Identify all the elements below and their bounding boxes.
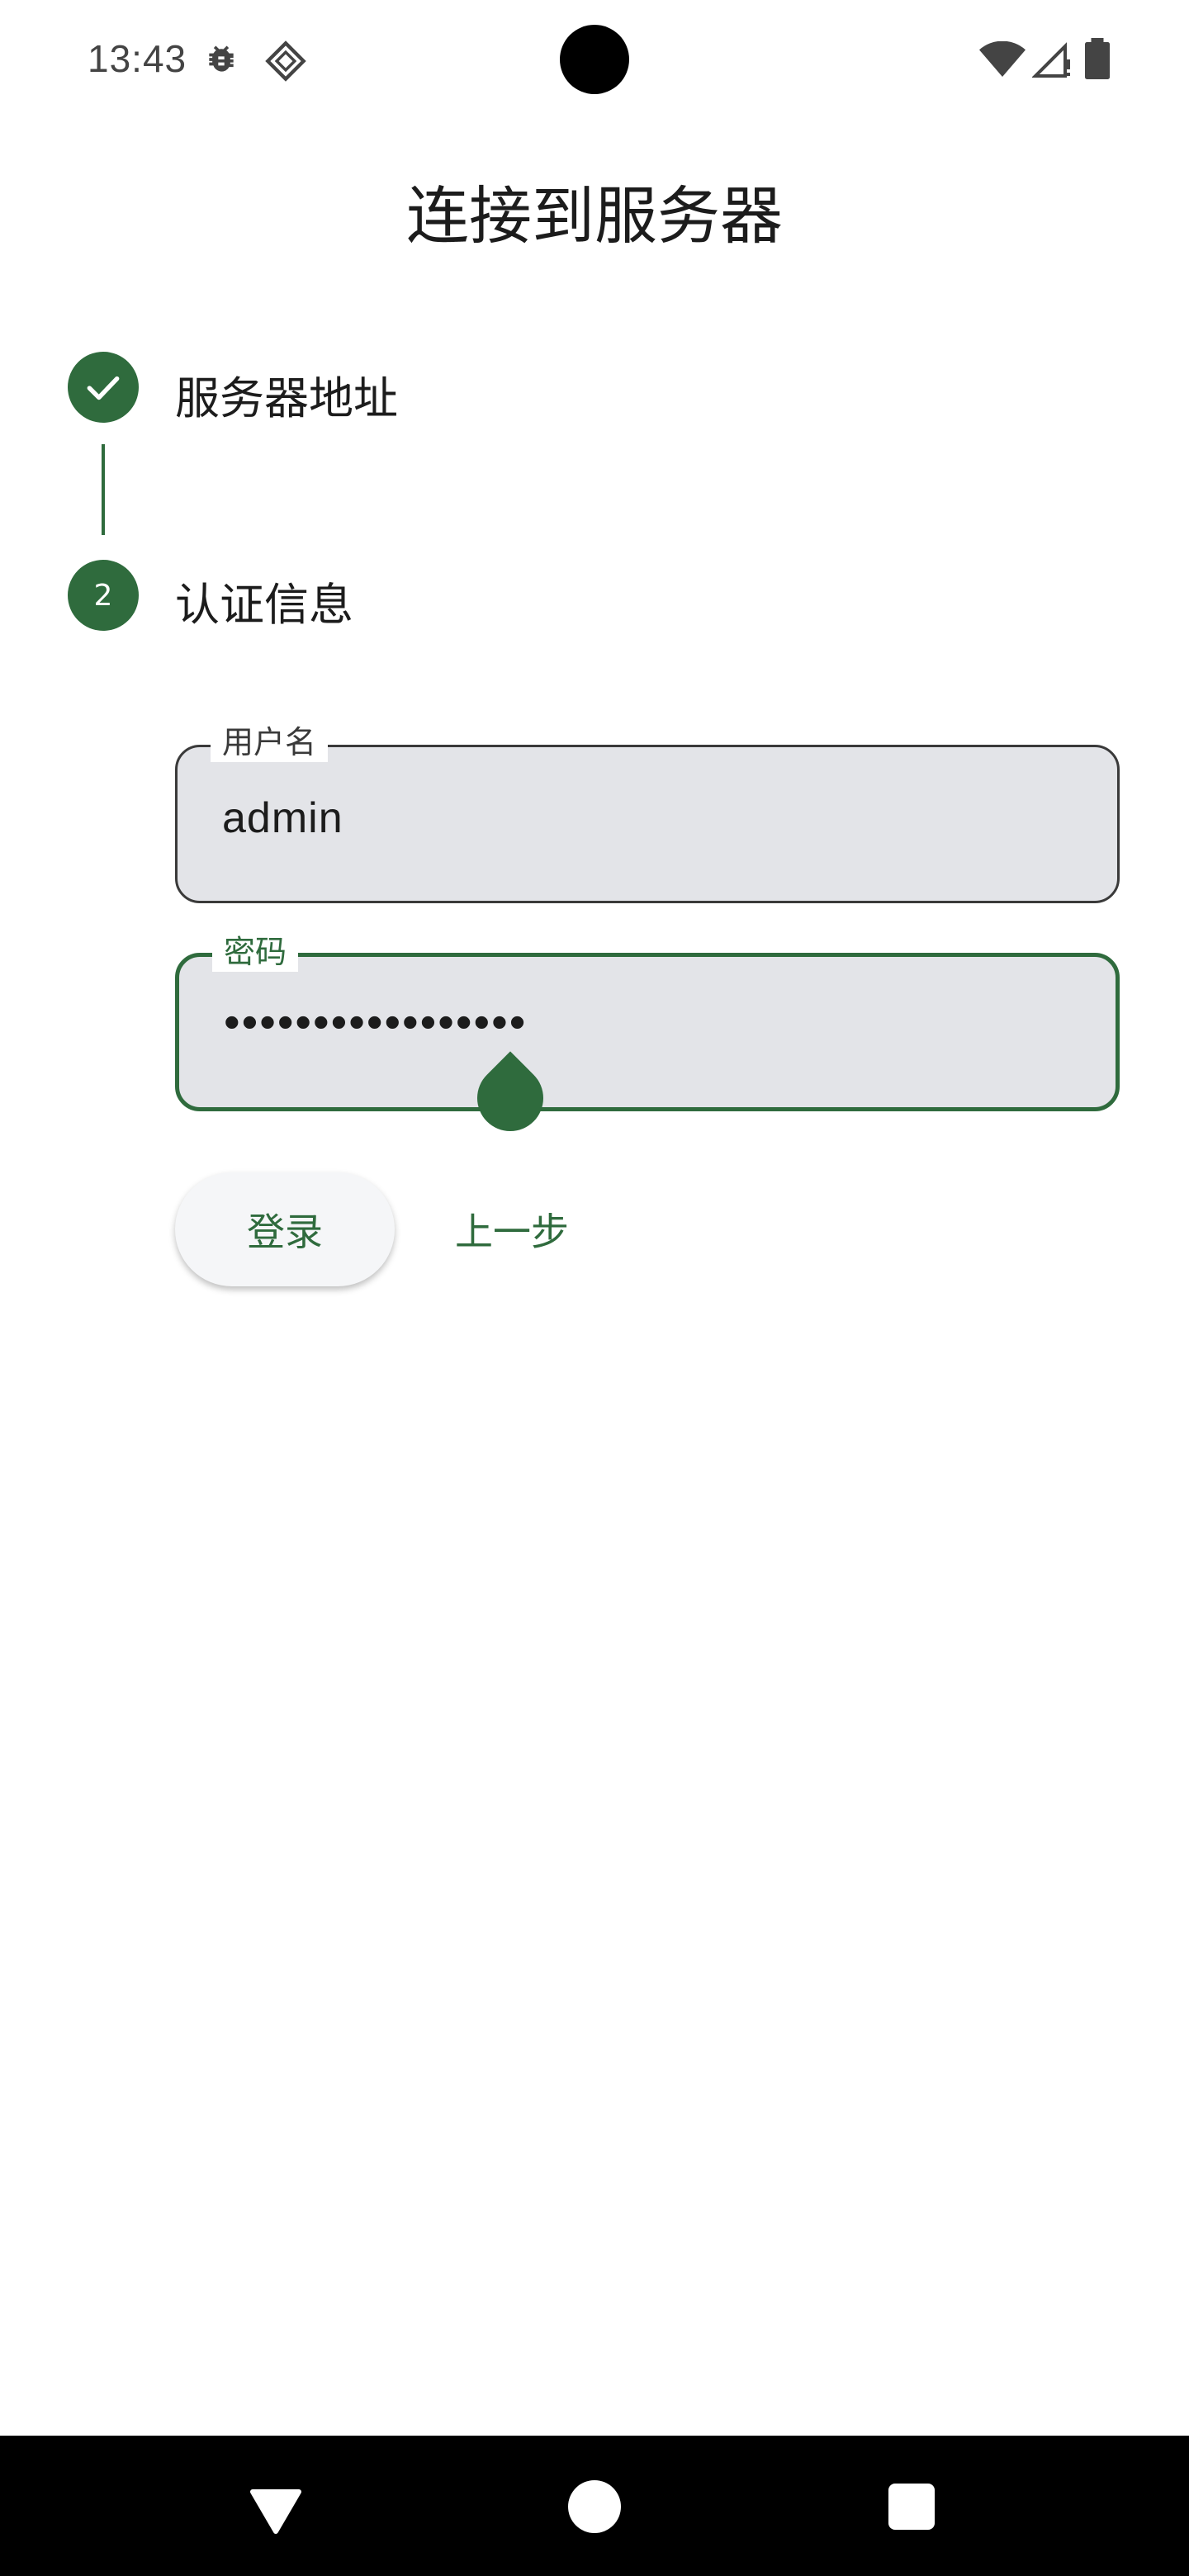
signal-icon: [1032, 42, 1070, 78]
page-title: 连接到服务器: [406, 179, 783, 253]
nav-home-icon[interactable]: [568, 2480, 621, 2533]
step-1-indicator: [68, 352, 139, 423]
step-2-label: 认证信息: [175, 579, 353, 631]
username-field[interactable]: 用户名 admin: [175, 722, 1120, 903]
password-label: 密码: [212, 932, 299, 972]
status-time: 13:43: [88, 37, 187, 80]
previous-step-button[interactable]: 上一步: [429, 1172, 594, 1286]
username-value[interactable]: admin: [222, 793, 343, 843]
wifi-icon: [979, 41, 1026, 77]
password-value[interactable]: •••••••••••••••••: [224, 995, 527, 1049]
bug-icon: [209, 45, 234, 72]
battery-icon: [1085, 38, 1110, 79]
step-1-label[interactable]: 服务器地址: [175, 362, 398, 427]
navigation-bar: [0, 2436, 1189, 2576]
step-2-indicator: 2: [68, 560, 139, 631]
nav-back-icon[interactable]: [249, 2488, 302, 2535]
diamond-icon: [265, 40, 306, 82]
username-label: 用户名: [211, 722, 329, 762]
screen: 13:43 连接到服务器 服务器地址 2 认证信息 用户名 admin 密码 •…: [0, 0, 1189, 2576]
status-bar: 13:43: [0, 0, 1189, 119]
check-icon: [87, 376, 120, 400]
step-connector: [102, 444, 105, 535]
nav-recents-icon[interactable]: [888, 2484, 935, 2530]
login-button[interactable]: 登录: [175, 1172, 395, 1286]
camera-cutout: [560, 25, 629, 94]
password-field[interactable]: 密码 •••••••••••••••••: [175, 932, 1120, 1111]
